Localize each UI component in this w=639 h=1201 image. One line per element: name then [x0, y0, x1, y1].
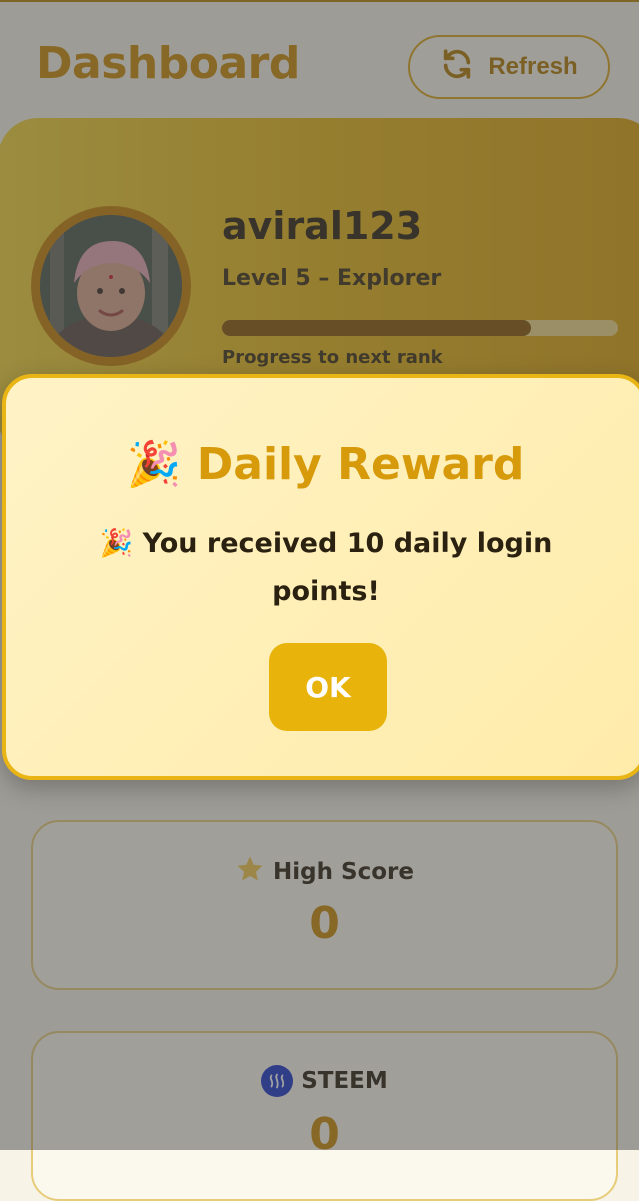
- modal-title: 🎉 Daily Reward: [6, 438, 639, 490]
- ok-button[interactable]: OK: [269, 643, 387, 731]
- modal-message: 🎉 You received 10 daily login points!: [86, 520, 566, 616]
- modal-message-text: You received 10 daily login points!: [142, 528, 553, 607]
- modal-title-text: Daily Reward: [196, 439, 525, 490]
- party-popper-icon-small: 🎉: [99, 528, 134, 559]
- daily-reward-modal: 🎉 Daily Reward 🎉 You received 10 daily l…: [2, 374, 639, 780]
- party-popper-icon: 🎉: [126, 439, 182, 490]
